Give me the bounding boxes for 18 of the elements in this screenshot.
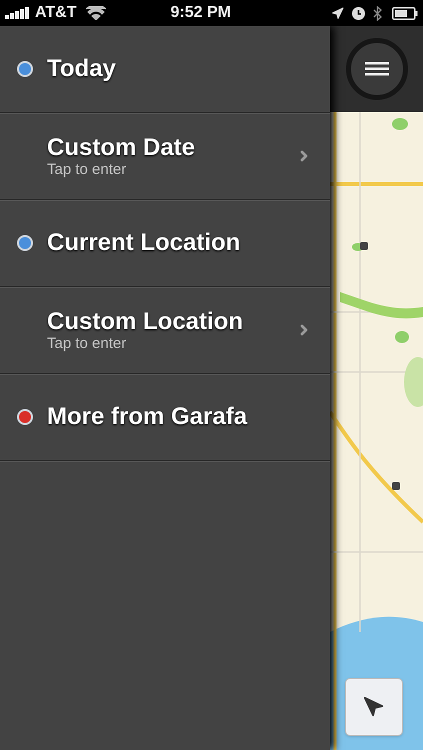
menu-item-title[interactable]: Custom Date (47, 134, 296, 162)
carrier: AT&T (35, 3, 76, 23)
menu-item-subtitle: Tap to enter (47, 336, 128, 352)
signal-icon (5, 7, 31, 19)
menu-item-title[interactable]: Custom Location (47, 308, 296, 336)
bluetooth-icon (373, 6, 382, 20)
menu-item-subtitle: Tap to enter (47, 162, 128, 178)
locate-button[interactable] (345, 678, 403, 736)
alarm-icon (352, 6, 365, 20)
location-icon (331, 6, 344, 20)
menu-item-title[interactable]: More from Garafa (47, 403, 312, 431)
battery-icon (392, 6, 418, 20)
menu-icon (364, 62, 388, 76)
wifi-icon (86, 6, 106, 20)
menu-item-title[interactable]: Current Location (47, 229, 312, 257)
clock: 9:52 PM (170, 3, 232, 23)
menu-item-title[interactable]: Today (47, 55, 312, 83)
location-arrow-icon (363, 696, 385, 718)
